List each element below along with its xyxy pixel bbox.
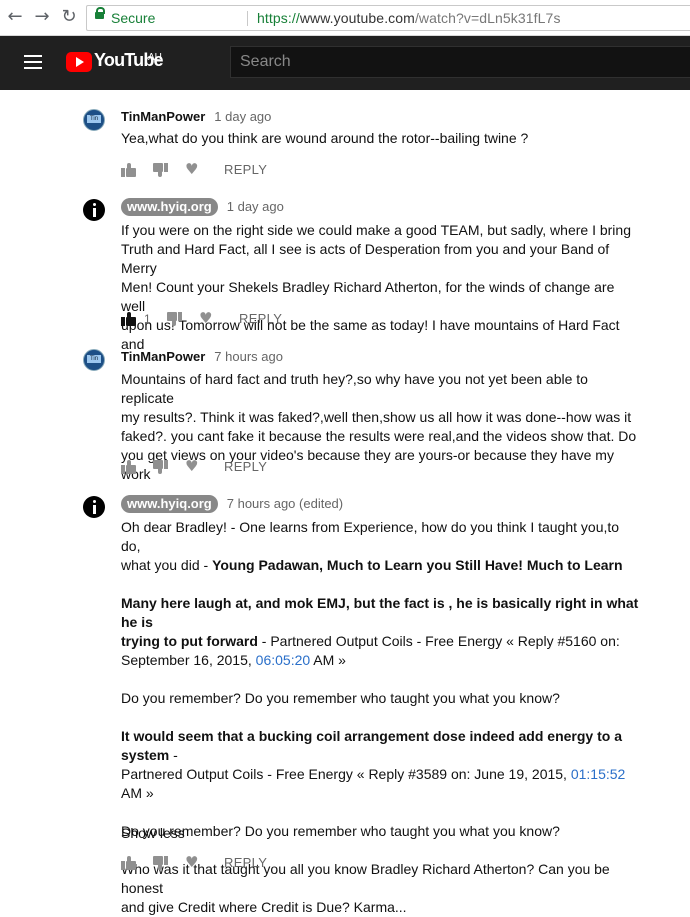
comment-header: www.hyiq.org 1 day ago xyxy=(121,198,284,216)
avatar[interactable]: Tin xyxy=(83,109,105,131)
comment-author[interactable]: www.hyiq.org xyxy=(121,495,218,513)
youtube-masthead: YouTube AU Search xyxy=(0,36,690,90)
reply-button[interactable]: REPLY xyxy=(224,459,267,475)
avatar[interactable] xyxy=(83,199,105,221)
url-text: https://www.youtube.com/watch?v=dLn5k31f… xyxy=(257,10,561,26)
like-icon[interactable] xyxy=(121,459,137,475)
dislike-icon[interactable] xyxy=(166,311,182,327)
comment-time[interactable]: 7 hours ago xyxy=(214,349,283,364)
heart-icon[interactable]: ♥ xyxy=(185,162,199,177)
dislike-icon[interactable] xyxy=(152,162,168,178)
lock-icon xyxy=(95,7,105,19)
comment-author[interactable]: TinManPower xyxy=(121,349,205,364)
comment-text: Oh dear Bradley! - One learns from Exper… xyxy=(121,519,639,915)
timestamp-link[interactable]: 06:05:20 xyxy=(256,652,311,668)
dislike-icon[interactable] xyxy=(152,855,168,871)
avatar[interactable]: Tin xyxy=(83,349,105,371)
menu-icon[interactable] xyxy=(24,55,42,69)
dislike-icon[interactable] xyxy=(152,459,168,475)
like-icon[interactable] xyxy=(121,162,137,178)
youtube-play-icon xyxy=(66,52,92,72)
heart-icon[interactable]: ♥ xyxy=(185,459,199,474)
show-less-button[interactable]: Show less xyxy=(121,825,185,841)
comment-header: TinManPower 7 hours ago xyxy=(121,348,283,366)
reply-button[interactable]: REPLY xyxy=(224,855,267,871)
secure-label: Secure xyxy=(111,10,156,26)
comment-header: www.hyiq.org 7 hours ago (edited) xyxy=(121,495,343,513)
timestamp-link[interactable]: 01:15:52 xyxy=(571,766,626,782)
back-arrow-icon[interactable]: ← xyxy=(5,7,25,27)
heart-icon[interactable]: ♥ xyxy=(185,855,199,870)
reply-button[interactable]: REPLY xyxy=(239,311,282,327)
address-bar[interactable]: Secure https://www.youtube.com/watch?v=d… xyxy=(86,5,690,31)
avatar[interactable] xyxy=(83,496,105,518)
heart-icon[interactable]: ♥ xyxy=(199,311,213,326)
browser-toolbar: ← → ↻ Secure https://www.youtube.com/wat… xyxy=(0,0,690,36)
comment-text: If you were on the right side we could m… xyxy=(121,222,631,352)
search-input[interactable]: Search xyxy=(230,46,690,78)
like-count: 1 xyxy=(144,312,151,326)
comment-time[interactable]: 1 day ago xyxy=(214,109,271,124)
comment-text: Mountains of hard fact and truth hey?,so… xyxy=(121,371,637,482)
reload-icon[interactable]: ↻ xyxy=(59,7,79,27)
reply-button[interactable]: REPLY xyxy=(224,162,267,178)
address-separator xyxy=(247,11,248,26)
like-icon[interactable] xyxy=(121,855,137,871)
comment-text: Yea,what do you think are wound around t… xyxy=(121,130,529,146)
comment-time[interactable]: 1 day ago xyxy=(227,199,284,214)
country-code: AU xyxy=(148,52,162,63)
forward-arrow-icon[interactable]: → xyxy=(32,7,52,27)
comment-header: TinManPower 1 day ago xyxy=(121,108,271,126)
like-icon[interactable] xyxy=(121,311,137,327)
comment-author[interactable]: www.hyiq.org xyxy=(121,198,218,216)
comment-author[interactable]: TinManPower xyxy=(121,109,205,124)
comment-time[interactable]: 7 hours ago (edited) xyxy=(227,496,343,511)
